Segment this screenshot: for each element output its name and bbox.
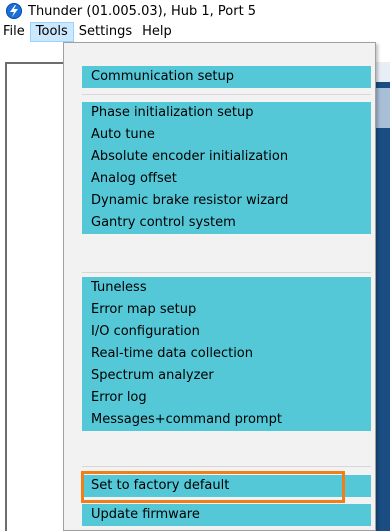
menu-item-communication-setup[interactable]: Communication setup — [82, 66, 371, 88]
menu-item-spectrum-analyzer[interactable]: Spectrum analyzer — [82, 365, 371, 387]
menu-item-absolute-encoder-initialization[interactable]: Absolute encoder initialization — [82, 146, 371, 168]
tools-dropdown-menu: Communication setup Phase initialization… — [63, 42, 376, 531]
menu-item-io-configuration[interactable]: I/O configuration — [82, 321, 371, 343]
menu-separator — [82, 466, 371, 467]
window-title: Thunder (01.005.03), Hub 1, Port 5 — [28, 3, 257, 19]
menu-separator — [82, 272, 371, 273]
menu-tools[interactable]: Tools — [29, 22, 74, 42]
menu-gutter — [64, 43, 82, 530]
menu-item-dynamic-brake-resistor-wizard[interactable]: Dynamic brake resistor wizard — [82, 190, 371, 212]
gear-icon — [374, 88, 390, 128]
menu-item-set-to-factory-default[interactable]: Set to factory default — [82, 475, 371, 497]
menu-item-messages-command-prompt[interactable]: Messages+command prompt — [82, 409, 371, 431]
menu-help[interactable]: Help — [137, 22, 177, 42]
menu-item-real-time-data-collection[interactable]: Real-time data collection — [82, 343, 371, 365]
menu-item-phase-initialization-setup[interactable]: Phase initialization setup — [82, 102, 371, 124]
menu-item-gantry-control-system[interactable]: Gantry control system — [82, 212, 371, 234]
menu-file[interactable]: File — [0, 22, 30, 42]
title-bar: Thunder (01.005.03), Hub 1, Port 5 — [0, 0, 390, 22]
menu-item-auto-tune[interactable]: Auto tune — [82, 124, 371, 146]
menu-item-analog-offset[interactable]: Analog offset — [82, 168, 371, 190]
menu-item-error-map-setup[interactable]: Error map setup — [82, 299, 371, 321]
background-panel-header — [374, 62, 390, 82]
background-panel — [374, 62, 390, 531]
menu-item-tuneless[interactable]: Tuneless — [82, 277, 371, 299]
menu-settings[interactable]: Settings — [74, 22, 137, 42]
menu-separator — [82, 94, 371, 95]
menu-item-update-firmware[interactable]: Update firmware — [82, 504, 371, 526]
menu-bar: File Tools Settings Help — [0, 22, 390, 42]
thunder-app-icon — [6, 3, 22, 19]
menu-item-error-log[interactable]: Error log — [82, 387, 371, 409]
